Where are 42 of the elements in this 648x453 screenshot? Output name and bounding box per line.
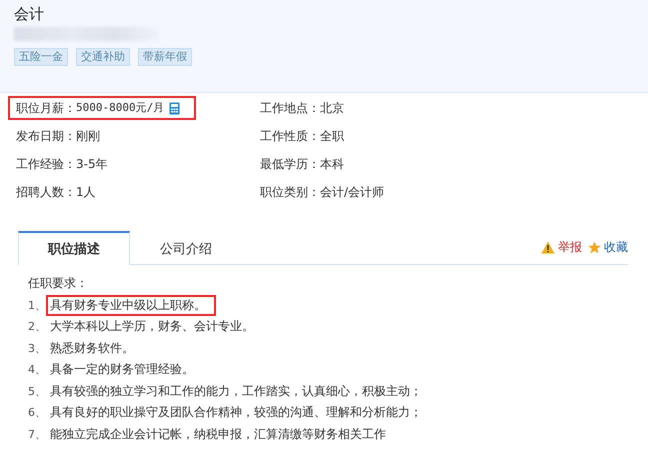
requirement-text: 具有良好的职业操守及团队合作精神，较强的沟通、理解和分析能力； — [49, 404, 423, 421]
detail-label: 职位月薪： — [16, 100, 76, 116]
detail-label: 工作经验： — [16, 156, 76, 172]
requirement-text: 熟悉财务软件。 — [49, 340, 135, 356]
tab[interactable]: 职位描述 — [18, 230, 130, 264]
requirement-text: 具备一定的财务管理经验。 — [49, 361, 195, 378]
list-number: 5、 — [28, 384, 46, 400]
list-number: 2、 — [28, 319, 46, 335]
detail-label: 职位类别： — [260, 184, 320, 200]
list-number: 4、 — [28, 362, 46, 378]
star-icon — [588, 240, 601, 254]
detail-value: 刚刚 — [76, 128, 100, 144]
warning-icon — [541, 240, 555, 254]
detail-value: 1人 — [76, 184, 96, 200]
detail-value: 3-5年 — [76, 156, 108, 172]
requirement-text: 大学本科以上学历，财务、会计专业。 — [49, 318, 255, 335]
requirement-text: 能独立完成企业会计记帐，纳税申报，汇算清缴等财务相关工作 — [49, 426, 387, 442]
action-link[interactable]: 举报 — [558, 238, 582, 256]
tab[interactable]: 公司介绍 — [130, 231, 242, 264]
action-link[interactable]: 收藏 — [604, 238, 628, 256]
detail-value: 会计/会计师 — [320, 184, 384, 200]
detail-label: 工作性质： — [260, 128, 320, 144]
benefit-tag: 五险一金 — [14, 48, 68, 66]
detail-value: 本科 — [320, 156, 344, 172]
list-number: 1、 — [28, 298, 46, 314]
list-number: 7、 — [28, 426, 46, 442]
detail-value: 5000-8000元/月 — [76, 100, 164, 116]
detail-value: 全职 — [320, 128, 344, 144]
section-heading: 任职要求： — [28, 275, 89, 292]
list-number: 3、 — [28, 340, 46, 356]
detail-label: 发布日期： — [16, 128, 76, 144]
requirement-text: 具有财务专业中级以上职称。 — [46, 294, 216, 316]
benefit-tag: 带薪年假 — [138, 48, 192, 66]
detail-label: 工作地点： — [260, 100, 320, 116]
job-title: 会计 — [14, 4, 45, 24]
requirement-text: 具有较强的独立学习和工作的能力，工作踏实，认真细心，积极主动； — [49, 382, 423, 400]
benefit-tag: 交通补助 — [76, 48, 130, 66]
detail-label: 最低学历： — [260, 156, 320, 172]
list-number: 6、 — [28, 405, 46, 421]
detail-label: 招聘人数： — [16, 184, 76, 200]
calculator-icon[interactable] — [169, 102, 180, 114]
detail-value: 北京 — [320, 100, 344, 116]
